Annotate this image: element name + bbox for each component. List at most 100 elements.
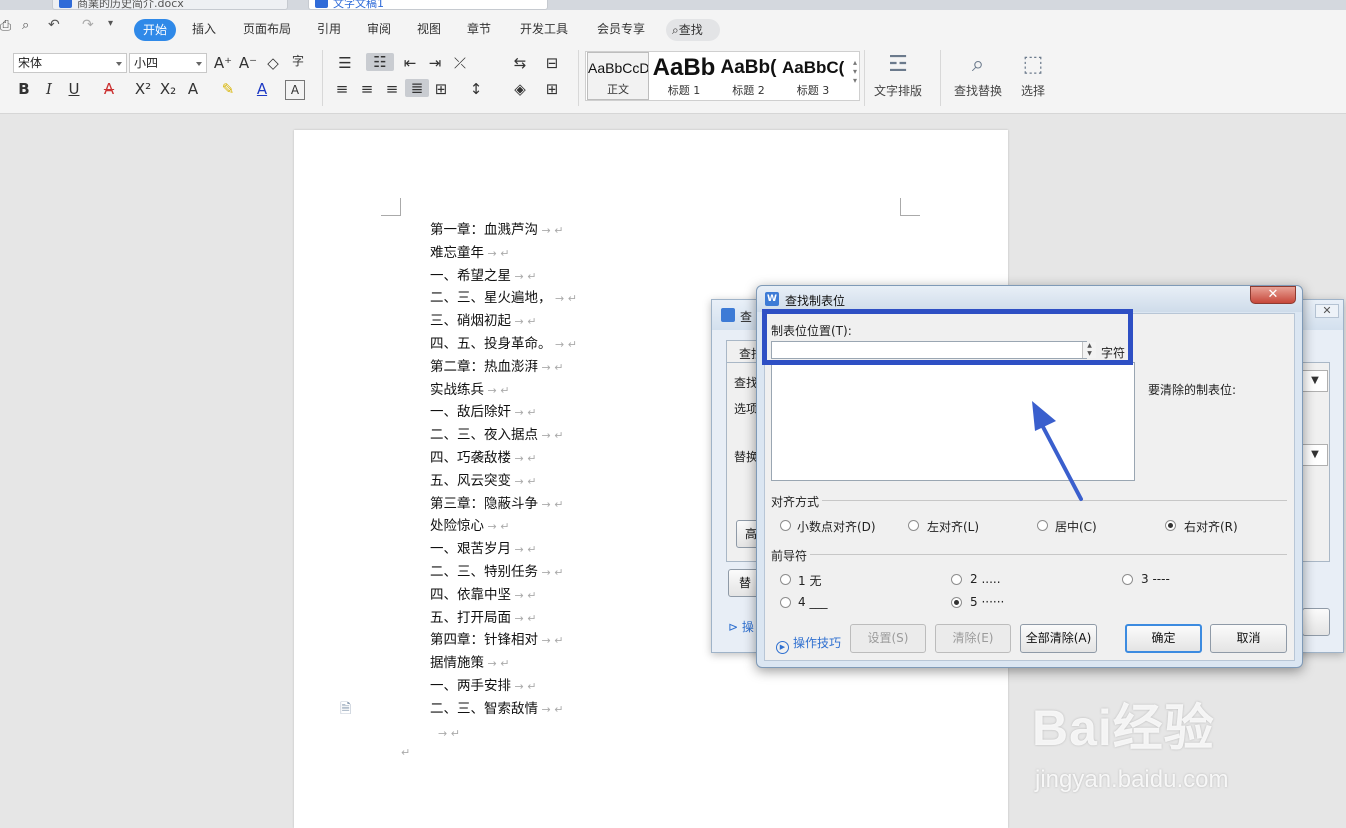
borders-icon[interactable]: ⊞: [542, 80, 562, 98]
menu-section[interactable]: 章节: [467, 20, 491, 37]
text-layout-button[interactable]: ☲ 文字排版: [874, 52, 922, 99]
menu-view[interactable]: 视图: [417, 20, 441, 37]
document-tab-active[interactable]: 文字文稿1: [308, 0, 548, 10]
paragraph-mark: → ↵: [511, 315, 537, 329]
document-tab-strip: 商業的历史简介.docx 文字文稿1: [0, 0, 1346, 10]
document-line-text: 第二章：热血澎湃: [430, 358, 538, 375]
document-line: 二、三、星火遍地， → ↵: [430, 290, 577, 307]
align-center-radio[interactable]: [1037, 520, 1048, 531]
menu-review[interactable]: 审阅: [367, 20, 391, 37]
tab-ruler-icon[interactable]: ⊟: [542, 54, 562, 72]
redo-icon[interactable]: ↷: [82, 17, 94, 33]
document-line: 一、敌后除奸 → ↵: [430, 404, 536, 421]
distributed-align-icon[interactable]: ⊞: [431, 80, 451, 98]
print-icon[interactable]: ⎙: [0, 18, 11, 34]
align-decimal-radio[interactable]: [780, 520, 791, 531]
document-line: 第三章：隐蔽斗争 → ↵: [430, 496, 563, 513]
find-what-dropdown[interactable]: ▼: [1302, 370, 1328, 392]
document-line: 据情施策 → ↵: [430, 655, 509, 672]
decrease-indent-icon[interactable]: ⇤: [400, 54, 420, 72]
clear-format-icon[interactable]: ◇: [263, 54, 283, 72]
shading-icon[interactable]: ◈: [510, 80, 530, 98]
style-heading-2[interactable]: AaBb( 标题 2: [717, 52, 780, 100]
document-line-text: 第一章：血溅芦沟: [430, 222, 538, 238]
menu-member[interactable]: 会员专享: [597, 20, 645, 37]
replace-with-dropdown[interactable]: ▼: [1302, 444, 1328, 466]
margin-corner-mark: [381, 198, 401, 216]
style-heading-3[interactable]: AaBbC( 标题 3: [782, 52, 844, 100]
undo-icon[interactable]: ↶: [48, 17, 60, 33]
menu-references[interactable]: 引用: [317, 20, 341, 37]
cancel-button[interactable]: 取消: [1210, 624, 1287, 653]
style-normal[interactable]: AaBbCcD 正文: [587, 52, 649, 100]
grow-font-icon[interactable]: A⁺: [213, 54, 233, 72]
search-button[interactable]: ⌕查找: [666, 19, 720, 41]
align-right-label: 右对齐(R): [1184, 520, 1238, 534]
leader-middle-dots-radio[interactable]: [951, 597, 962, 608]
document-line-text: 一、希望之星: [430, 267, 511, 284]
leader-dots-radio[interactable]: [951, 574, 962, 585]
text-effect-icon[interactable]: A: [183, 80, 203, 98]
select-button[interactable]: ⬚ 选择: [1021, 52, 1045, 99]
annotation-highlight-box: [762, 309, 1133, 365]
shrink-font-icon[interactable]: A⁻: [238, 54, 258, 72]
menu-page-layout[interactable]: 页面布局: [243, 20, 291, 37]
font-color-icon[interactable]: A: [252, 80, 272, 98]
align-center-icon[interactable]: ≡: [357, 80, 377, 98]
text-layout-label: 文字排版: [874, 84, 923, 98]
document-line: 难忘童年 → ↵: [430, 245, 509, 262]
clear-button[interactable]: 清除(E): [935, 624, 1011, 653]
leader-dashes-radio[interactable]: [1122, 574, 1133, 585]
leader-underline-radio[interactable]: [780, 597, 791, 608]
clear-all-button[interactable]: 全部清除(A): [1020, 624, 1097, 653]
align-right-icon[interactable]: ≡: [382, 80, 402, 98]
style-heading-1[interactable]: AaBb 标题 1: [652, 52, 716, 100]
tips-link[interactable]: ▶ 操作技巧: [776, 634, 841, 654]
close-icon[interactable]: ✕: [1250, 286, 1296, 304]
font-size-select[interactable]: 小四: [129, 53, 207, 73]
bullet-list-icon[interactable]: ☰: [335, 54, 355, 72]
phonetic-guide-icon[interactable]: 字: [288, 52, 308, 70]
align-left-radio[interactable]: [908, 520, 919, 531]
watermark-logo-text: Bai经验: [1032, 700, 1215, 756]
line-spacing-icon[interactable]: ↕: [466, 80, 486, 98]
close-icon[interactable]: ✕: [1315, 304, 1339, 318]
strikethrough-icon[interactable]: A: [99, 80, 119, 98]
paragraph-mark: ↵: [401, 746, 411, 759]
menu-insert[interactable]: 插入: [192, 20, 216, 37]
justify-icon[interactable]: ≣: [405, 79, 429, 97]
set-button[interactable]: 设置(S): [850, 624, 926, 653]
align-left-icon[interactable]: ≡: [332, 80, 352, 98]
numbered-list-icon[interactable]: ☷: [366, 53, 394, 71]
style-preview: AaBb: [652, 54, 716, 81]
highlight-icon[interactable]: ✎: [218, 80, 238, 98]
italic-icon[interactable]: I: [39, 80, 59, 98]
print-preview-icon[interactable]: ⌕: [22, 18, 29, 33]
char-border-icon[interactable]: A: [285, 80, 305, 100]
document-line: 第二章：热血澎湃 → ↵: [430, 359, 563, 376]
document-assist-icon[interactable]: 🗎: [340, 698, 351, 722]
tips-label: 操作技巧: [793, 636, 842, 650]
menu-developer[interactable]: 开发工具: [520, 20, 568, 37]
ok-button[interactable]: 确定: [1125, 624, 1202, 653]
find-replace-title: 查: [740, 310, 753, 324]
leader-none-radio[interactable]: [780, 574, 791, 585]
increase-indent-icon[interactable]: ⇥: [425, 54, 445, 72]
dialog-button[interactable]: [1302, 608, 1330, 636]
quick-access-more-icon[interactable]: ▾: [108, 18, 113, 29]
document-tab[interactable]: 商業的历史简介.docx: [52, 0, 288, 10]
gallery-scroll-icon[interactable]: ▴ ▾ ▾: [853, 58, 857, 85]
bold-icon[interactable]: B: [14, 80, 34, 98]
subscript-icon[interactable]: X₂: [158, 80, 178, 98]
underline-icon[interactable]: U: [64, 80, 84, 98]
find-replace-button[interactable]: ⌕ 查找替换: [954, 52, 1002, 99]
document-line: 第四章：针锋相对 → ↵: [430, 632, 563, 649]
tips-link[interactable]: ⊳ 操: [728, 618, 754, 635]
align-right-radio[interactable]: [1165, 520, 1176, 531]
menu-home[interactable]: 开始: [134, 19, 176, 41]
superscript-icon[interactable]: X²: [133, 80, 153, 98]
font-name-select[interactable]: 宋体: [13, 53, 127, 73]
show-hide-marks-icon[interactable]: ⇆: [510, 54, 530, 72]
style-preview: AaBbCcD: [588, 60, 649, 76]
chinese-layout-icon[interactable]: ⤫: [450, 54, 470, 72]
